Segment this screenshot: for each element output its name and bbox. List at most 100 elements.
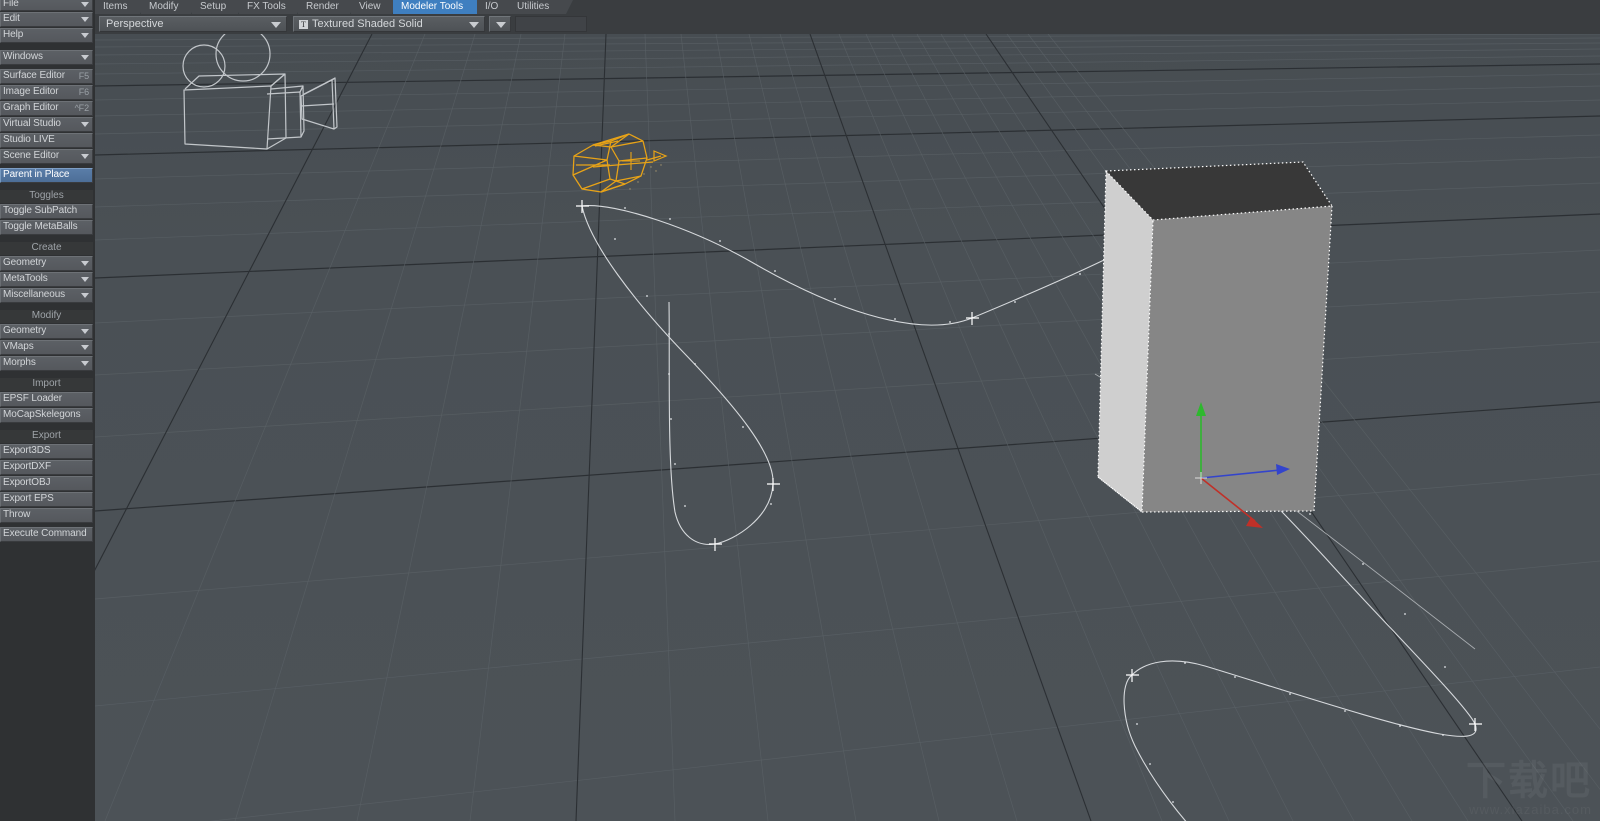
menu-modify-geometry[interactable]: Geometry [0,324,93,339]
shortcut-f6: F6 [78,87,89,97]
chevron-down-icon [81,261,89,266]
perspective-3d-viewport[interactable]: 下载吧 www.xiazaiba.com [95,34,1600,821]
button-throw-label: Throw [3,509,31,520]
button-export-obj[interactable]: ExportOBJ [0,476,93,491]
button-image-editor[interactable]: Image Editor F6 [0,85,93,100]
menu-file[interactable]: File [0,0,93,11]
menu-create-miscellaneous[interactable]: Miscellaneous [0,288,93,303]
menu-virtual-studio-label: Virtual Studio [3,118,61,129]
button-graph-editor-label: Graph Editor [3,102,59,113]
group-header-export: Export [0,430,93,443]
button-surface-editor-label: Surface Editor [3,70,65,81]
tab-items[interactable]: Items [95,0,147,14]
dropdown-view-mode-label: Perspective [106,18,164,30]
chevron-down-icon [81,55,89,60]
shortcut-f5: F5 [78,71,89,81]
box-front-face [1142,206,1332,512]
dropdown-view-mode[interactable]: Perspective [99,16,287,32]
button-throw[interactable]: Throw [0,508,93,523]
chevron-down-icon [81,17,89,22]
button-mocap-skelegons-label: MoCapSkelegons [3,409,81,420]
viewport-header-bar: Perspective T Textured Shaded Solid [95,14,1600,34]
tab-items-label: Items [103,1,128,12]
button-mocap-skelegons[interactable]: MoCapSkelegons [0,408,93,423]
button-toggle-subpatch[interactable]: Toggle SubPatch [0,204,93,219]
button-studio-live-label: Studio LIVE [3,134,55,145]
menu-create-geometry[interactable]: Geometry [0,256,93,271]
tab-utilities[interactable]: Utilities [509,0,573,14]
tab-fx-tools-label: FX Tools [247,1,286,12]
button-toggle-metaballs-label: Toggle MetaBalls [3,221,78,232]
button-execute-command[interactable]: Execute Command [0,527,93,542]
tab-modeler-tools[interactable]: Modeler Tools [393,0,485,14]
tab-utilities-label: Utilities [517,1,550,12]
button-parent-in-place[interactable]: Parent in Place [0,168,93,183]
button-export-obj-label: ExportOBJ [3,477,51,488]
menu-create-miscellaneous-label: Miscellaneous [3,289,66,300]
button-graph-editor[interactable]: Graph Editor ^F2 [0,101,93,116]
chevron-down-icon [81,345,89,350]
menu-edit[interactable]: Edit [0,12,93,27]
button-export-dxf[interactable]: ExportDXF [0,460,93,475]
tab-fx-tools[interactable]: FX Tools [239,0,304,14]
menu-modify-vmaps[interactable]: VMaps [0,340,93,355]
chevron-down-icon [81,361,89,366]
shortcut-ctrl-f2: ^F2 [74,103,90,113]
chevron-down-icon [81,277,89,282]
box-object[interactable] [1097,161,1334,514]
button-parent-in-place-label: Parent in Place [3,169,70,180]
button-image-editor-label: Image Editor [3,86,59,97]
button-viewport-options[interactable] [489,16,511,32]
viewport-header-blank-panel [515,16,587,32]
chevron-down-icon [469,22,479,28]
menu-help[interactable]: Help [0,28,93,43]
tab-setup-label: Setup [200,1,227,12]
chevron-down-icon [81,293,89,298]
menu-virtual-studio[interactable]: Virtual Studio [0,117,93,132]
dropdown-render-mode-label: Textured Shaded Solid [312,18,423,30]
button-toggle-metaballs[interactable]: Toggle MetaBalls [0,220,93,235]
chevron-down-icon [81,2,89,7]
button-export-3ds-label: Export3DS [3,445,51,456]
group-header-modify: Modify [0,310,93,323]
tab-io-label: I/O [485,1,499,12]
group-header-import: Import [0,378,93,391]
chevron-down-icon [81,33,89,38]
dropdown-render-mode[interactable]: T Textured Shaded Solid [293,16,485,32]
menu-windows-label: Windows [3,51,43,62]
button-export-eps[interactable]: Export EPS [0,492,93,507]
menu-modify-vmaps-label: VMaps [3,341,34,352]
menu-edit-label: Edit [3,13,20,24]
menu-scene-editor-label: Scene Editor [3,150,60,161]
group-header-create: Create [0,242,93,255]
tab-modify[interactable]: Modify [141,0,198,14]
menu-scene-editor[interactable]: Scene Editor [0,149,93,164]
menu-modify-geometry-label: Geometry [3,325,47,336]
menu-file-label: File [3,0,19,9]
button-export-3ds[interactable]: Export3DS [0,444,93,459]
menu-windows[interactable]: Windows [0,50,93,65]
tab-render[interactable]: Render [298,0,357,14]
chevron-down-icon [81,329,89,334]
menu-create-metatools-label: MetaTools [3,273,48,284]
menu-help-label: Help [3,29,24,40]
button-toggle-subpatch-label: Toggle SubPatch [3,205,78,216]
button-export-eps-label: Export EPS [3,493,54,504]
main-tab-bar: Items Modify Setup FX Tools Render View … [95,0,1600,14]
menu-modify-morphs[interactable]: Morphs [0,356,93,371]
button-epsf-loader[interactable]: EPSF Loader [0,392,93,407]
tab-render-label: Render [306,1,339,12]
viewport-background [95,34,1600,821]
menu-create-metatools[interactable]: MetaTools [0,272,93,287]
lightwave-layout-window: File Edit Help Windows Surface Editor F5… [0,0,1600,821]
chevron-down-icon [81,154,89,159]
button-surface-editor[interactable]: Surface Editor F5 [0,69,93,84]
menu-modify-morphs-label: Morphs [3,357,36,368]
texture-badge-icon: T [299,20,308,29]
button-export-dxf-label: ExportDXF [3,461,52,472]
tab-view[interactable]: View [351,0,399,14]
tab-view-label: View [359,1,381,12]
button-studio-live[interactable]: Studio LIVE [0,133,93,148]
tab-setup[interactable]: Setup [192,0,245,14]
tab-modeler-tools-label: Modeler Tools [401,1,464,12]
